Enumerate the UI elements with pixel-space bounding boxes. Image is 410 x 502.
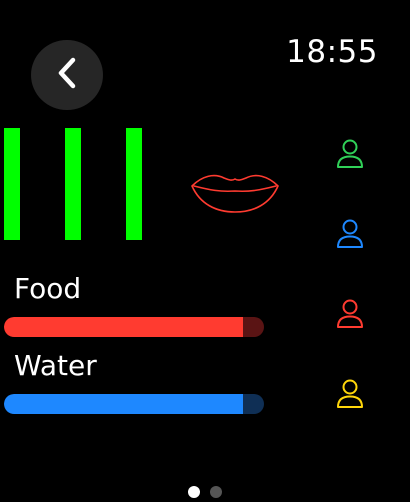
lips-icon <box>190 170 280 215</box>
indicator-bar-3 <box>126 128 142 240</box>
water-label: Water <box>14 349 97 382</box>
food-progress-bar <box>4 317 264 337</box>
page-indicator <box>0 486 410 498</box>
person-button-blue[interactable] <box>310 201 390 271</box>
person-icon <box>335 298 365 334</box>
water-progress-fill <box>4 394 244 414</box>
person-button-red[interactable] <box>310 281 390 351</box>
person-button-green[interactable] <box>310 121 390 191</box>
food-progress-fill <box>4 317 244 337</box>
indicator-bar-2 <box>65 128 81 240</box>
back-button[interactable] <box>31 40 103 110</box>
person-icon <box>335 138 365 174</box>
chevron-left-icon <box>54 56 80 94</box>
page-dot-1[interactable] <box>188 486 200 498</box>
person-button-yellow[interactable] <box>310 361 390 431</box>
water-progress-bar <box>4 394 264 414</box>
person-icon <box>335 378 365 414</box>
indicator-bar-1 <box>4 128 20 240</box>
person-icon <box>335 218 365 254</box>
status-time: 18:55 <box>286 34 378 70</box>
food-label: Food <box>14 272 82 305</box>
page-dot-2[interactable] <box>210 486 222 498</box>
